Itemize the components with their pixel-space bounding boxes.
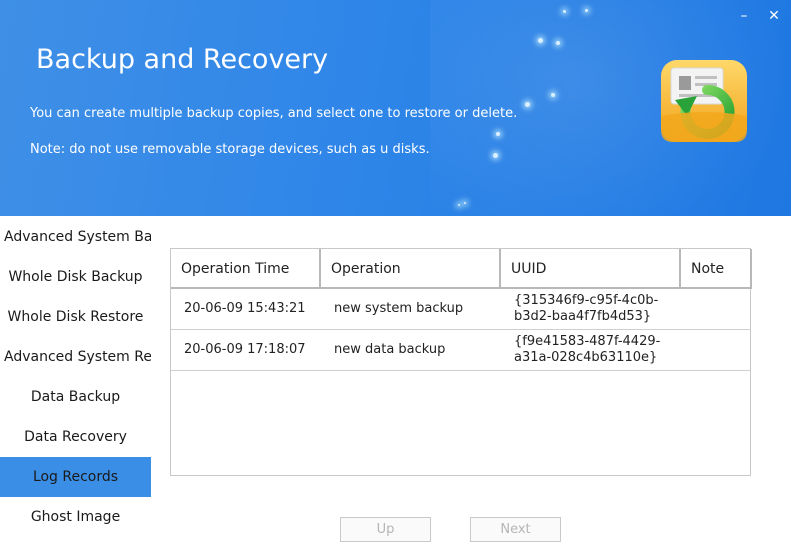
uuid-line: a31a-028c4b63110e} xyxy=(514,350,658,365)
cell-operation: new system backup xyxy=(334,301,464,316)
cell-operation: new data backup xyxy=(334,342,446,357)
note-text: Note: do not use removable storage devic… xyxy=(30,142,430,157)
backup-recovery-app-icon xyxy=(661,60,747,142)
decor-dot xyxy=(493,153,498,158)
sidebar-item-log-records[interactable]: Log Records xyxy=(0,457,151,497)
decor-dot xyxy=(458,204,460,206)
close-button[interactable]: ✕ xyxy=(764,6,784,26)
column-header-operation-time[interactable]: Operation Time xyxy=(171,249,321,289)
decor-dot xyxy=(563,10,566,13)
cell-note xyxy=(691,289,746,329)
sidebar-item-whole-disk-restore[interactable]: Whole Disk Restore xyxy=(0,297,151,337)
page-title: Backup and Recovery xyxy=(36,44,329,75)
cell-uuid: {f9e41583-487f-4429- a31a-028c4b63110e} xyxy=(514,330,679,370)
sidebar-item-data-backup[interactable]: Data Backup xyxy=(0,377,151,417)
header-banner: Backup and Recovery You can create multi… xyxy=(0,0,791,216)
decor-dot xyxy=(496,132,500,136)
column-header-uuid[interactable]: UUID xyxy=(501,249,681,289)
uuid-line: {f9e41583-487f-4429- xyxy=(514,334,661,349)
decor-dot xyxy=(551,93,555,97)
uuid-line: b3d2-baa4f7fb4d53} xyxy=(514,309,652,324)
sidebar-item-whole-disk-backup[interactable]: Whole Disk Backup xyxy=(0,257,151,297)
decor-dot xyxy=(538,38,543,43)
sidebar-item-advanced-system-restore[interactable]: Advanced System Restore xyxy=(0,337,151,377)
next-button[interactable]: Next xyxy=(470,517,561,542)
column-header-operation[interactable]: Operation xyxy=(321,249,501,289)
sidebar: Advanced System Backup Whole Disk Backup… xyxy=(0,217,151,556)
cell-uuid: {315346f9-c95f-4c0b- b3d2-baa4f7fb4d53} xyxy=(514,289,679,329)
minimize-button[interactable]: – xyxy=(734,6,754,26)
uuid-line: {315346f9-c95f-4c0b- xyxy=(514,293,659,308)
cell-operation-time: 20-06-09 15:43:21 xyxy=(184,301,306,316)
decor-dot xyxy=(525,102,530,107)
table-row[interactable]: 20-06-09 15:43:21 new system backup {315… xyxy=(171,289,750,330)
column-header-note[interactable]: Note xyxy=(681,249,752,289)
sidebar-item-ghost-image[interactable]: Ghost Image xyxy=(0,497,151,537)
cell-note xyxy=(691,330,746,370)
description-text: You can create multiple backup copies, a… xyxy=(30,106,518,121)
decor-dot xyxy=(556,41,560,45)
sidebar-item-data-recovery[interactable]: Data Recovery xyxy=(0,417,151,457)
table-row[interactable]: 20-06-09 17:18:07 new data backup {f9e41… xyxy=(171,330,750,371)
log-records-table: Operation Time Operation UUID Note 20-06… xyxy=(170,248,752,476)
decor-dot xyxy=(464,202,466,204)
decor-dot xyxy=(585,9,588,12)
cell-operation-time: 20-06-09 17:18:07 xyxy=(184,342,306,357)
sidebar-item-advanced-system-backup[interactable]: Advanced System Backup xyxy=(0,217,151,257)
up-button[interactable]: Up xyxy=(340,517,431,542)
